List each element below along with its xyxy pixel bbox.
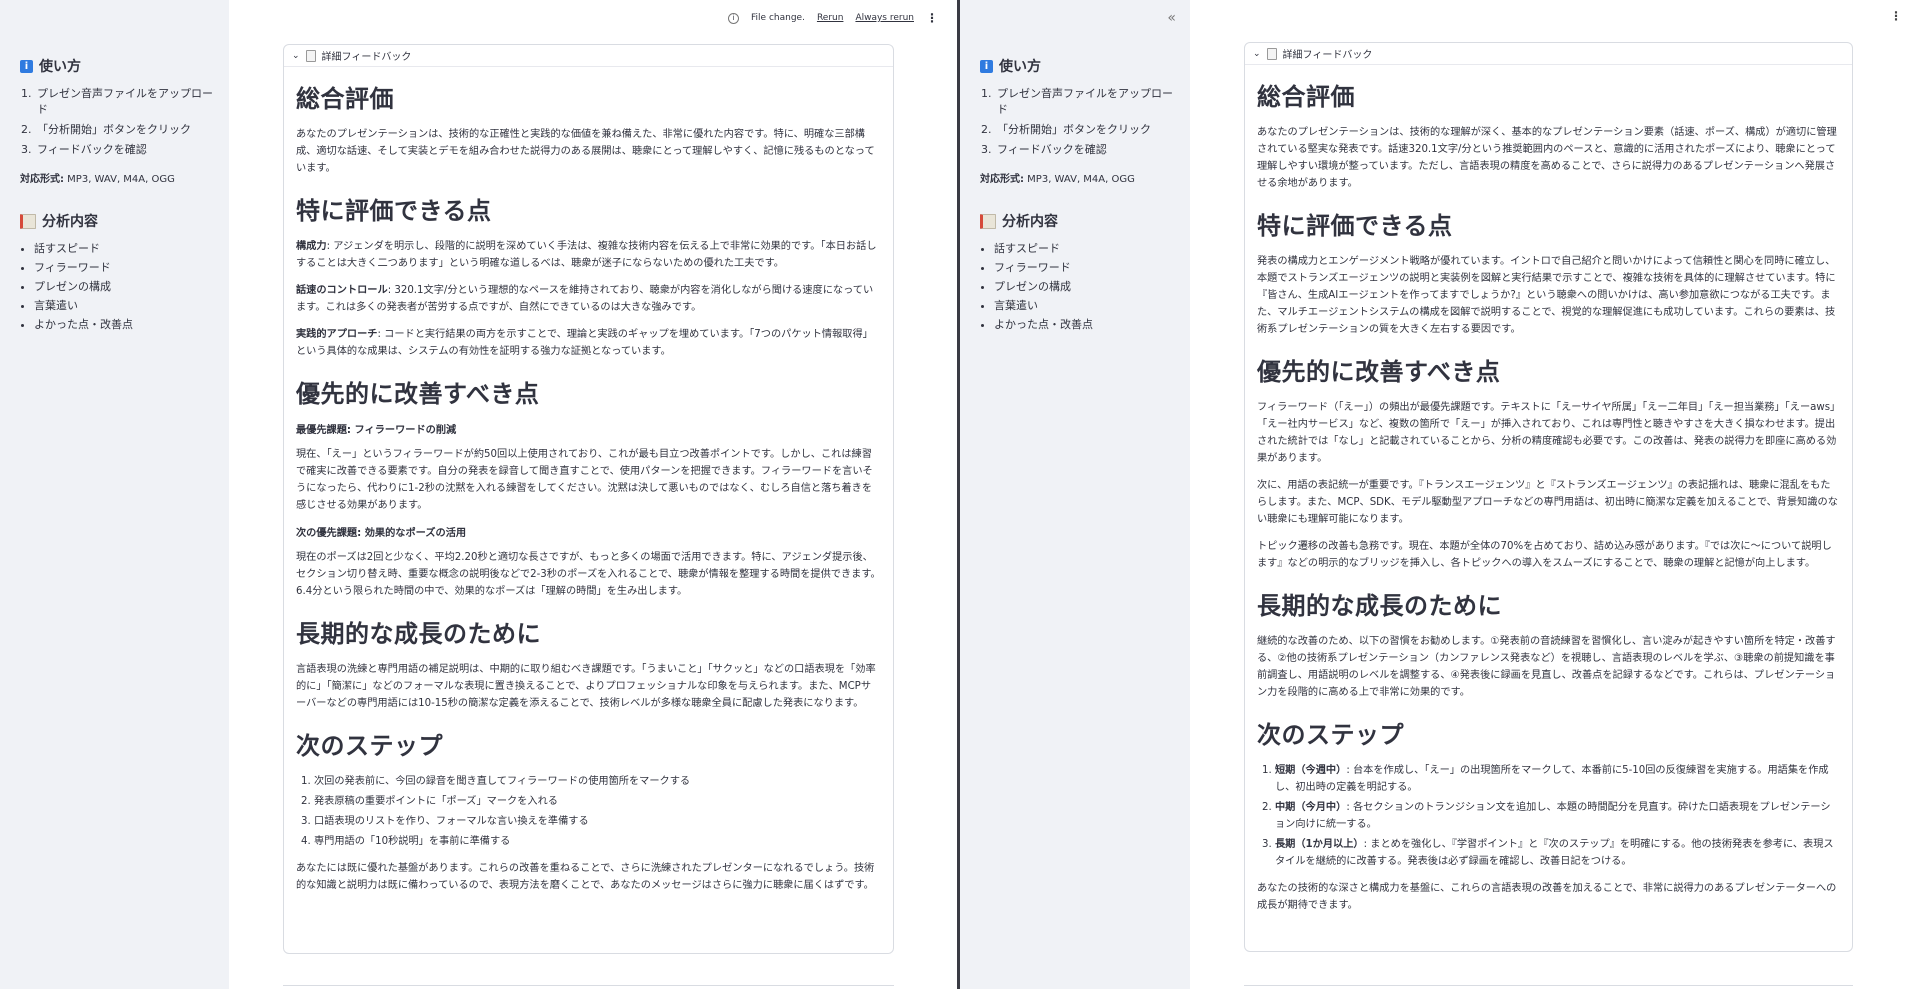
- strength-item: 話速のコントロール: 320.1文字/分という理想的なペースを維持されており、聴…: [296, 285, 874, 313]
- divider-line: [1244, 985, 1853, 986]
- strengths-text: 発表の構成力とエンゲージメント戦略が優れています。イントロで自己紹介と問いかけに…: [1257, 256, 1836, 335]
- expander-title: 詳細フィードバック: [1282, 50, 1373, 61]
- strength-item: 実践的アプローチ: コードと実行結果の両方を示すことで、理論と実践のギャップを埋…: [296, 329, 873, 357]
- howto-step: フィードバックを確認: [995, 142, 1180, 158]
- sidebar: « i 使い方 プレゼン音声ファイルをアップロード 「分析開始」ボタンをクリック…: [960, 0, 1190, 989]
- memo-icon: [980, 213, 996, 229]
- improvement-subtitle: 最優先課題: フィラーワードの削減: [296, 425, 457, 436]
- overall-heading: 総合評価: [296, 85, 394, 113]
- right-window: « i 使い方 プレゼン音声ファイルをアップロード 「分析開始」ボタンをクリック…: [960, 0, 1914, 989]
- next-step: 口語表現のリストを作り、フォーマルな言い換えを準備する: [314, 813, 881, 830]
- always-rerun-button[interactable]: Always rerun: [855, 13, 914, 23]
- howto-step: プレゼン音声ファイルをアップロード: [35, 86, 219, 118]
- next-step: 専門用語の「10秒説明」を事前に準備する: [314, 833, 881, 850]
- kebab-menu-icon[interactable]: ⋮: [926, 11, 938, 25]
- sidebar: i 使い方 プレゼン音声ファイルをアップロード 「分析開始」ボタンをクリック フ…: [0, 0, 229, 989]
- next-step: 短期（今週中）: 台本を作成し、「えー」の出現箇所をマークして、本番前に5-10…: [1275, 762, 1840, 796]
- info-icon: i: [980, 59, 993, 73]
- howto-steps: プレゼン音声ファイルをアップロード 「分析開始」ボタンをクリック フィードバック…: [980, 86, 1180, 158]
- rerun-button[interactable]: Rerun: [817, 13, 844, 23]
- improvement-text: 現在、「えー」というフィラーワードが約50回以上使用されており、これが最も目立つ…: [296, 449, 873, 511]
- next-steps-list: 短期（今週中）: 台本を作成し、「えー」の出現箇所をマークして、本番前に5-10…: [1257, 762, 1840, 870]
- analysis-heading: 分析内容: [980, 211, 1180, 231]
- expander-header[interactable]: ⌄ 詳細フィードバック: [284, 45, 893, 67]
- memo-icon: [20, 213, 36, 229]
- strengths-heading: 特に評価できる点: [1257, 212, 1453, 240]
- supported-formats: 対応形式: MP3, WAV, M4A, OGG: [20, 174, 175, 185]
- analysis-item: よかった点・改善点: [34, 317, 219, 333]
- next-step: 次回の発表前に、今回の録音を聞き直してフィラーワードの使用箇所をマークする: [314, 773, 881, 790]
- kebab-menu-icon[interactable]: ⋮: [1890, 9, 1902, 23]
- divider-line: [283, 985, 894, 986]
- strength-item: 構成力: アジェンダを明示し、段階的に説明を深めていく手法は、複雑な技術内容を伝…: [296, 241, 877, 269]
- analysis-item: 言葉遣い: [34, 298, 219, 314]
- closing-text: あなたの技術的な深さと構成力を基盤に、これらの言語表現の改善を加えることで、非常…: [1257, 883, 1837, 911]
- howto-step: 「分析開始」ボタンをクリック: [995, 122, 1180, 138]
- next-steps-heading: 次のステップ: [1257, 721, 1404, 749]
- overall-heading: 総合評価: [1257, 83, 1355, 111]
- rerun-toolbar: i File change. Rerun Always rerun ⋮: [728, 11, 938, 25]
- chevron-down-icon: ⌄: [1253, 48, 1261, 59]
- howto-step: フィードバックを確認: [35, 142, 219, 158]
- improvement-text: 次に、用語の表記統一が重要です。『トランスエージェンツ』と『ストランズエージェン…: [1257, 480, 1838, 525]
- analysis-item: よかった点・改善点: [994, 317, 1180, 333]
- feedback-expander: ⌄ 詳細フィードバック 総合評価 あなたのプレゼンテーションは、技術的な理解が深…: [1244, 42, 1853, 952]
- feedback-content: 総合評価 あなたのプレゼンテーションは、技術的な理解が深く、基本的なプレゼンテー…: [1245, 65, 1852, 914]
- analysis-item: フィラーワード: [34, 260, 219, 276]
- howto-step: 「分析開始」ボタンをクリック: [35, 122, 219, 138]
- improvement-text: フィラーワード（「えー」）の頻出が最優先課題です。テキストに「えーサイヤ所属」「…: [1257, 402, 1837, 464]
- expander-header[interactable]: ⌄ 詳細フィードバック: [1245, 43, 1852, 65]
- next-step: 長期（1か月以上）: まとめを強化し、『学習ポイント』と『次のステップ』を明確に…: [1275, 836, 1840, 870]
- analysis-list: 話すスピード フィラーワード プレゼンの構成 言葉遣い よかった点・改善点: [980, 241, 1180, 333]
- strengths-heading: 特に評価できる点: [296, 197, 492, 225]
- closing-text: あなたには既に優れた基盤があります。これらの改善を重ねることで、さらに洗練された…: [296, 863, 875, 891]
- howto-step: プレゼン音声ファイルをアップロード: [995, 86, 1180, 118]
- expander-title: 詳細フィードバック: [321, 52, 412, 63]
- improvement-subtitle: 次の優先課題: 効果的なポーズの活用: [296, 528, 467, 539]
- analysis-item: フィラーワード: [994, 260, 1180, 276]
- howto-heading: i 使い方: [980, 56, 1180, 76]
- supported-formats: 対応形式: MP3, WAV, M4A, OGG: [980, 174, 1135, 185]
- chevron-down-icon: ⌄: [292, 50, 300, 61]
- left-window: i 使い方 プレゼン音声ファイルをアップロード 「分析開始」ボタンをクリック フ…: [0, 0, 958, 989]
- growth-heading: 長期的な成長のために: [296, 620, 541, 648]
- improvement-text: トピック遷移の改善も急務です。現在、本題が全体の70%を占めており、詰め込み感が…: [1257, 541, 1832, 569]
- analysis-item: プレゼンの構成: [994, 279, 1180, 295]
- feedback-expander: ⌄ 詳細フィードバック 総合評価 あなたのプレゼンテーションは、技術的な正確性と…: [283, 44, 894, 954]
- next-steps-list: 次回の発表前に、今回の録音を聞き直してフィラーワードの使用箇所をマークする 発表…: [296, 773, 881, 850]
- document-icon: [1266, 47, 1277, 60]
- analysis-item: 話すスピード: [34, 241, 219, 257]
- collapse-sidebar-icon[interactable]: «: [1167, 10, 1176, 26]
- next-steps-heading: 次のステップ: [296, 732, 443, 760]
- growth-heading: 長期的な成長のために: [1257, 592, 1502, 620]
- howto-heading: i 使い方: [20, 56, 219, 76]
- analysis-heading: 分析内容: [20, 211, 219, 231]
- overall-text: あなたのプレゼンテーションは、技術的な理解が深く、基本的なプレゼンテーション要素…: [1257, 127, 1837, 189]
- next-step: 発表原稿の重要ポイントに「ポーズ」マークを入れる: [314, 793, 881, 810]
- analysis-item: プレゼンの構成: [34, 279, 219, 295]
- overall-text: あなたのプレゼンテーションは、技術的な正確性と実践的な価値を兼ね備えた、非常に優…: [296, 129, 875, 174]
- growth-text: 言語表現の洗練と専門用語の補足説明は、中期的に取り組むべき課題です。「うまいこと…: [296, 664, 876, 709]
- document-icon: [305, 49, 316, 62]
- improvements-heading: 優先的に改善すべき点: [296, 380, 540, 408]
- file-change-label: File change.: [751, 13, 805, 23]
- analysis-item: 話すスピード: [994, 241, 1180, 257]
- analysis-list: 話すスピード フィラーワード プレゼンの構成 言葉遣い よかった点・改善点: [20, 241, 219, 333]
- improvements-heading: 優先的に改善すべき点: [1257, 358, 1501, 386]
- analysis-item: 言葉遣い: [994, 298, 1180, 314]
- info-icon: i: [20, 59, 33, 73]
- improvement-text: 現在のポーズは2回と少なく、平均2.20秒と適切な長さですが、もっと多くの場面で…: [296, 552, 881, 597]
- feedback-content: 総合評価 あなたのプレゼンテーションは、技術的な正確性と実践的な価値を兼ね備えた…: [284, 67, 893, 894]
- howto-steps: プレゼン音声ファイルをアップロード 「分析開始」ボタンをクリック フィードバック…: [20, 86, 219, 158]
- growth-text: 継続的な改善のため、以下の習慣をお勧めします。①発表前の音読練習を習慣化し、言い…: [1257, 636, 1836, 698]
- next-step: 中期（今月中）: 各セクションのトランジション文を追加し、本題の時間配分を見直す…: [1275, 799, 1840, 833]
- info-circle-icon: i: [728, 12, 740, 24]
